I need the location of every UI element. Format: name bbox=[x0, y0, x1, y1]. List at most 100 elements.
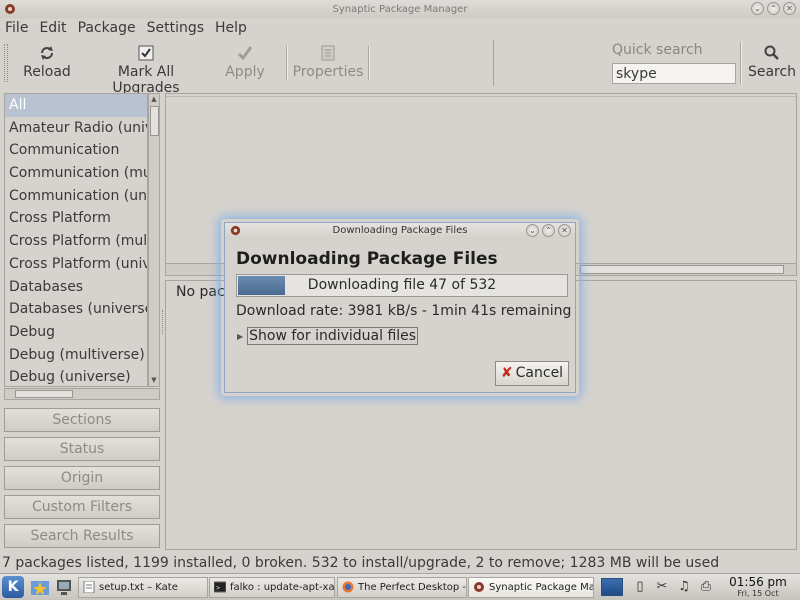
task-label: The Perfect Desktop - bbox=[358, 582, 467, 593]
browser-icon bbox=[342, 581, 354, 593]
scroll-up-icon[interactable]: ▲ bbox=[149, 94, 159, 105]
scrollbar-thumb[interactable] bbox=[580, 265, 784, 274]
synaptic-app-icon[interactable] bbox=[3, 2, 17, 16]
menu-file[interactable]: File bbox=[5, 20, 28, 36]
section-item[interactable]: Cross Platform (mult bbox=[5, 230, 147, 253]
expander-label[interactable]: Show for individual files bbox=[247, 327, 419, 345]
task-synaptic[interactable]: Synaptic Package Mana bbox=[468, 577, 594, 598]
section-item[interactable]: Debug bbox=[5, 321, 147, 344]
clock-time: 01:56 pm bbox=[729, 575, 787, 589]
section-item[interactable]: Debug (universe) bbox=[5, 366, 147, 386]
window-title: Synaptic Package Manager bbox=[332, 3, 468, 15]
sections-button[interactable]: Sections bbox=[4, 408, 160, 432]
quick-search-label: Quick search bbox=[612, 42, 703, 58]
section-item[interactable]: Debug (multiverse) bbox=[5, 344, 147, 367]
minimize-icon[interactable]: ⌄ bbox=[526, 224, 539, 237]
clock[interactable]: 01:56 pm Fri, 15 Oct bbox=[728, 575, 788, 599]
search-button[interactable]: Search bbox=[746, 42, 798, 86]
reload-label: Reload bbox=[23, 64, 71, 80]
search-icon bbox=[764, 45, 779, 60]
download-progress-bar: Downloading file 47 of 532 bbox=[236, 274, 568, 297]
apply-label: Apply bbox=[225, 64, 265, 80]
scissors-icon[interactable]: ✂ bbox=[654, 579, 670, 595]
status-bar: 7 packages listed, 1199 installed, 0 bro… bbox=[2, 555, 720, 571]
scrollbar-thumb[interactable] bbox=[150, 106, 159, 136]
toolbar-divider bbox=[493, 40, 494, 86]
printer-icon[interactable]: ⎙ bbox=[698, 579, 714, 595]
desktop-pager[interactable] bbox=[601, 578, 623, 596]
mark-all-upgrades-button[interactable]: Mark All Upgrades bbox=[84, 42, 208, 96]
text-editor-icon bbox=[83, 581, 95, 593]
section-item[interactable]: Communication bbox=[5, 139, 147, 162]
scrollbar-thumb[interactable] bbox=[15, 390, 73, 398]
dialog-titlebar[interactable]: Downloading Package Files ⌄ ⌃ ✕ bbox=[225, 223, 575, 239]
dialog-title: Downloading Package Files bbox=[332, 225, 468, 236]
menu-bar: File Edit Package Settings Help bbox=[0, 18, 800, 38]
minimize-icon[interactable]: ⌄ bbox=[751, 2, 764, 15]
terminal-icon: > bbox=[214, 581, 226, 593]
reload-button[interactable]: Reload bbox=[18, 42, 76, 86]
section-item[interactable]: Databases (universe) bbox=[5, 298, 147, 321]
section-list-scrollbar[interactable]: ▲ ▼ bbox=[148, 93, 160, 387]
toolbar-separator bbox=[286, 46, 288, 80]
origin-button[interactable]: Origin bbox=[4, 466, 160, 490]
menu-settings[interactable]: Settings bbox=[147, 20, 204, 36]
clock-date: Fri, 15 Oct bbox=[737, 589, 779, 598]
task-browser[interactable]: The Perfect Desktop - bbox=[337, 577, 467, 598]
mark-all-upgrades-label: Mark All Upgrades bbox=[112, 64, 180, 96]
menu-edit[interactable]: Edit bbox=[39, 20, 66, 36]
section-item-all[interactable]: All bbox=[5, 94, 147, 117]
individual-files-expander[interactable]: ▶ Show for individual files bbox=[237, 327, 419, 345]
section-list-hscrollbar[interactable] bbox=[4, 388, 160, 400]
show-desktop-icon[interactable] bbox=[54, 578, 74, 597]
status-button[interactable]: Status bbox=[4, 437, 160, 461]
pane-splitter-handle[interactable] bbox=[162, 310, 164, 334]
cancel-label: Cancel bbox=[515, 365, 564, 381]
properties-icon bbox=[321, 45, 335, 61]
task-kate[interactable]: setup.txt – Kate bbox=[78, 577, 208, 598]
section-item[interactable]: Amateur Radio (univ bbox=[5, 117, 147, 140]
battery-icon[interactable]: ▯ bbox=[632, 579, 648, 595]
scroll-down-icon[interactable]: ▼ bbox=[149, 375, 159, 386]
menu-help[interactable]: Help bbox=[215, 20, 247, 36]
section-item[interactable]: Cross Platform (univ bbox=[5, 253, 147, 276]
section-item[interactable]: Databases bbox=[5, 276, 147, 299]
section-item[interactable]: Communication (uni bbox=[5, 185, 147, 208]
quick-search-input[interactable] bbox=[612, 63, 736, 84]
cancel-button[interactable]: ✘ Cancel bbox=[495, 361, 569, 386]
toolbar: Reload Mark All Upgrades Apply Propertie… bbox=[0, 38, 800, 96]
properties-label: Properties bbox=[292, 64, 364, 80]
volume-icon[interactable]: ♫ bbox=[676, 579, 692, 595]
task-label: falko : update-apt-xapi bbox=[230, 582, 335, 593]
task-label: setup.txt – Kate bbox=[99, 582, 178, 593]
section-list: All Amateur Radio (univ Communication Co… bbox=[4, 93, 148, 387]
search-results-button[interactable]: Search Results bbox=[4, 524, 160, 548]
section-item[interactable]: Cross Platform bbox=[5, 207, 147, 230]
task-terminal[interactable]: > falko : update-apt-xapi bbox=[209, 577, 335, 598]
menu-package[interactable]: Package bbox=[78, 20, 136, 36]
progress-text: Downloading file 47 of 532 bbox=[307, 277, 497, 293]
apply-check-icon bbox=[237, 46, 253, 61]
task-label: Synaptic Package Mana bbox=[489, 582, 594, 593]
close-icon[interactable]: ✕ bbox=[558, 224, 571, 237]
svg-text:>: > bbox=[216, 584, 220, 592]
toolbar-separator bbox=[740, 42, 742, 84]
package-list-header bbox=[166, 93, 796, 97]
close-icon[interactable]: ✕ bbox=[783, 2, 796, 15]
apply-button[interactable]: Apply bbox=[222, 42, 268, 86]
search-label: Search bbox=[747, 64, 797, 80]
dialog-heading: Downloading Package Files bbox=[236, 249, 498, 269]
taskbar: K setup.txt – Kate > falko : update-apt-… bbox=[0, 573, 800, 600]
window-titlebar[interactable]: Synaptic Package Manager ⌄ ⌃ ✕ bbox=[0, 0, 800, 18]
reload-icon bbox=[41, 46, 53, 60]
toolbar-handle[interactable] bbox=[4, 44, 8, 82]
custom-filters-button[interactable]: Custom Filters bbox=[4, 495, 160, 519]
expander-arrow-icon[interactable]: ▶ bbox=[237, 332, 243, 341]
maximize-icon[interactable]: ⌃ bbox=[542, 224, 555, 237]
synaptic-app-icon[interactable] bbox=[229, 224, 242, 237]
section-item[interactable]: Communication (mu bbox=[5, 162, 147, 185]
maximize-icon[interactable]: ⌃ bbox=[767, 2, 780, 15]
k-menu-icon[interactable]: K bbox=[2, 576, 24, 598]
properties-button[interactable]: Properties bbox=[292, 42, 364, 86]
favorites-star-icon[interactable] bbox=[30, 578, 50, 597]
